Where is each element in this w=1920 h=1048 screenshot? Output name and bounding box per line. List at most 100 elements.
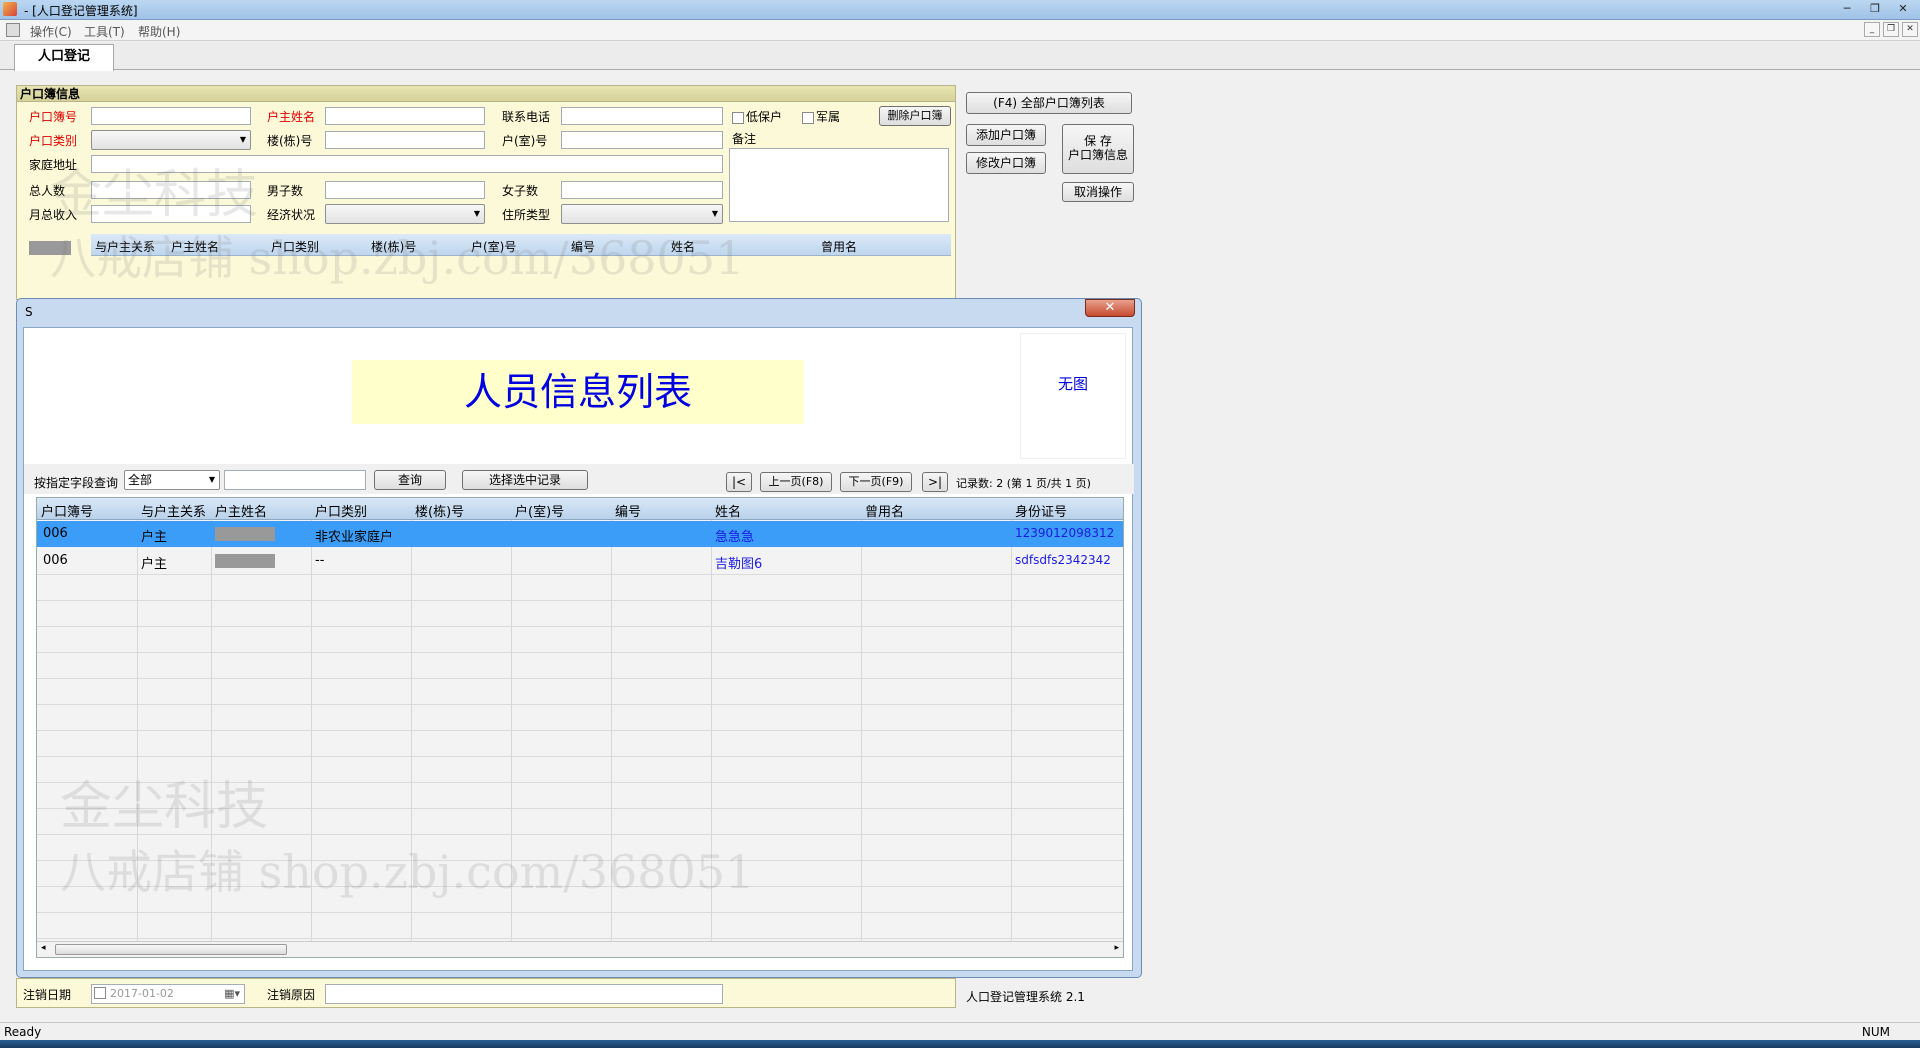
cell-relation: 户主	[141, 530, 168, 545]
label-cancel-date: 注销日期	[23, 988, 72, 1002]
cell-book-type: --	[315, 553, 325, 568]
col-book-no[interactable]: 户口簿号	[41, 501, 93, 520]
edit-household-button[interactable]: 修改户口簿	[966, 152, 1046, 174]
next-page-button[interactable]: 下一页(F9)	[840, 472, 912, 492]
menu-tools[interactable]: 工具(T)	[84, 23, 125, 40]
mdi-close-button[interactable]: ✕	[1902, 22, 1918, 37]
male-input[interactable]	[325, 181, 485, 199]
economy-select[interactable]: ▼	[325, 204, 485, 224]
dialog-caption: S	[25, 305, 33, 319]
app-icon	[3, 2, 17, 16]
tab-population-register[interactable]: 人口登记	[14, 44, 114, 71]
col-relation[interactable]: 与户主关系	[141, 501, 206, 520]
household-grid-header: 与户主关系 户主姓名 户口类别 楼(栋)号 户(室)号 编号 姓名 曾用名	[91, 234, 951, 256]
scroll-right-icon[interactable]: ▸	[1114, 943, 1119, 953]
chevron-down-icon: ▼	[711, 209, 718, 218]
prev-page-button[interactable]: 上一页(F8)	[760, 472, 832, 492]
redacted-label	[29, 241, 71, 255]
maximize-button[interactable]: ❐	[1862, 1, 1888, 17]
system-menu-icon[interactable]	[6, 23, 20, 37]
query-bar: 按指定字段查询 全部 ▼ 查询 选择选中记录 |< 上一页(F8) 下一页(F9)…	[24, 464, 1134, 494]
table-row[interactable]: 006 户主 非农业家庭户 急急急 1239012098312	[37, 521, 1123, 547]
col-id-number[interactable]: 身份证号	[1015, 501, 1067, 520]
col-no[interactable]: 编号	[615, 501, 641, 520]
search-input[interactable]	[224, 470, 366, 490]
menu-bar: 操作(C) 工具(T) 帮助(H)	[0, 20, 1920, 41]
income-input[interactable]	[91, 205, 251, 223]
add-household-button[interactable]: 添加户口簿	[966, 124, 1046, 146]
first-page-button[interactable]: |<	[726, 472, 752, 492]
photo-placeholder: 无图	[1020, 333, 1126, 459]
select-record-button[interactable]: 选择选中记录	[462, 470, 588, 490]
status-bar: Ready NUM	[0, 1022, 1920, 1040]
grid-col-book-type: 户口类别	[271, 240, 320, 254]
scroll-left-icon[interactable]: ◂	[41, 943, 46, 953]
field-select-value: 全部	[128, 473, 153, 487]
col-name[interactable]: 姓名	[715, 501, 741, 520]
field-select[interactable]: 全部 ▼	[124, 470, 220, 490]
note-textarea[interactable]	[729, 148, 949, 222]
table-header: 户口簿号 与户主关系 户主姓名 户口类别 楼(栋)号 户(室)号 编号 姓名 曾…	[37, 498, 1123, 520]
building-input[interactable]	[325, 131, 485, 149]
person-list-dialog: S ✕ 人员信息列表 无图 按指定字段查询 全部 ▼ 查询 选择选中记录 |< 上…	[16, 298, 1142, 978]
address-input[interactable]	[91, 155, 723, 173]
residence-select[interactable]: ▼	[561, 204, 723, 224]
person-table: 户口簿号 与户主关系 户主姓名 户口类别 楼(栋)号 户(室)号 编号 姓名 曾…	[36, 497, 1124, 958]
cancel-operation-button[interactable]: 取消操作	[1062, 182, 1134, 202]
grid-col-relation: 与户主关系	[95, 240, 156, 254]
room-input[interactable]	[561, 131, 723, 149]
label-male: 男子数	[267, 184, 304, 198]
label-book-no: 户口簿号	[29, 110, 78, 124]
col-building[interactable]: 楼(栋)号	[415, 501, 464, 520]
close-window-button[interactable]: ✕	[1890, 1, 1916, 17]
label-economy: 经济状况	[267, 208, 316, 222]
all-households-button[interactable]: (F4) 全部户口簿列表	[966, 92, 1132, 114]
military-label: 军属	[816, 110, 841, 124]
cell-book-type: 非农业家庭户	[315, 530, 394, 545]
total-input[interactable]	[91, 181, 251, 199]
date-check-icon	[94, 987, 106, 999]
label-note: 备注	[732, 132, 757, 146]
menu-help[interactable]: 帮助(H)	[138, 23, 180, 40]
panel-title: 户口簿信息	[17, 86, 955, 102]
book-type-select[interactable]: ▼	[91, 130, 251, 150]
cell-relation: 户主	[141, 557, 168, 572]
col-book-type[interactable]: 户口类别	[315, 501, 367, 520]
col-room[interactable]: 户(室)号	[515, 501, 564, 520]
scroll-thumb[interactable]	[55, 944, 287, 955]
grid-col-head-name: 户主姓名	[171, 240, 220, 254]
cancel-reason-input[interactable]	[325, 984, 723, 1004]
save-household-button[interactable]: 保 存 户口簿信息	[1062, 124, 1134, 174]
mdi-minimize-button[interactable]: _	[1864, 22, 1880, 37]
phone-input[interactable]	[561, 107, 723, 125]
female-input[interactable]	[561, 181, 723, 199]
minimize-button[interactable]: ─	[1834, 1, 1860, 17]
delete-household-button[interactable]: 删除户口簿	[879, 106, 951, 126]
chevron-down-icon: ▼	[473, 209, 480, 218]
military-check-icon	[802, 111, 814, 124]
grid-col-no: 编号	[571, 240, 596, 254]
chevron-down-icon: ▼	[239, 135, 246, 144]
col-head-name[interactable]: 户主姓名	[215, 501, 267, 520]
calendar-icon[interactable]: ▦▾	[224, 985, 240, 1003]
grid-col-room: 户(室)号	[471, 240, 517, 254]
mdi-restore-button[interactable]: ❐	[1883, 22, 1899, 37]
low-income-checkbox[interactable]: 低保户	[732, 108, 782, 125]
dialog-close-button[interactable]: ✕	[1085, 299, 1135, 317]
military-checkbox[interactable]: 军属	[802, 108, 840, 125]
cancel-date-picker[interactable]: 2017-01-02 ▦▾	[91, 984, 245, 1004]
query-button[interactable]: 查询	[374, 470, 446, 490]
label-residence: 住所类型	[502, 208, 551, 222]
col-alias[interactable]: 曾用名	[865, 501, 904, 520]
grid-col-name: 姓名	[671, 240, 696, 254]
horizontal-scrollbar[interactable]: ◂ ▸	[37, 941, 1123, 957]
low-income-label: 低保户	[746, 110, 783, 124]
version-label: 人口登记管理系统 2.1	[966, 990, 1085, 1004]
last-page-button[interactable]: >|	[922, 472, 948, 492]
menu-operate[interactable]: 操作(C)	[30, 23, 72, 40]
book-no-input[interactable]	[91, 107, 251, 125]
head-name-input[interactable]	[325, 107, 485, 125]
cell-name: 吉勒图6	[715, 557, 763, 572]
num-lock-indicator: NUM	[1861, 1025, 1890, 1039]
table-row[interactable]: 006 户主 -- 吉勒图6 sdfsdfs2342342	[37, 548, 1123, 574]
